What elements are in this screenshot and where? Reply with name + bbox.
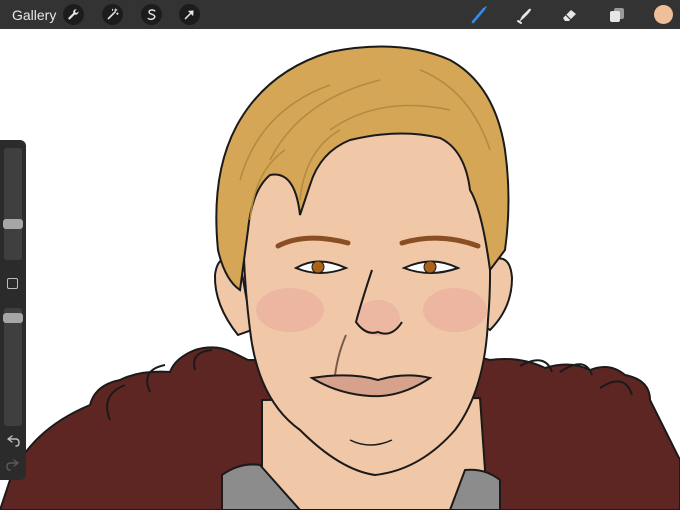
brush-sidebar	[0, 140, 26, 480]
drawing-canvas[interactable]	[0, 29, 680, 510]
brush-size-slider[interactable]	[3, 148, 23, 260]
opacity-thumb[interactable]	[3, 313, 23, 323]
selection-button[interactable]	[141, 4, 162, 25]
magic-wand-icon	[107, 8, 119, 20]
arrow-cursor-icon	[184, 10, 194, 20]
opacity-slider[interactable]	[3, 308, 23, 426]
right-cheek-blush	[423, 288, 487, 332]
adjustments-button[interactable]	[102, 4, 123, 25]
smudge-tool-button[interactable]	[513, 4, 535, 26]
eraser-tool-button[interactable]	[559, 4, 581, 26]
wrench-icon	[68, 9, 79, 20]
selection-s-icon	[147, 9, 156, 21]
modify-button[interactable]	[7, 278, 18, 289]
undo-icon[interactable]	[5, 434, 21, 448]
brush-size-thumb[interactable]	[3, 219, 23, 229]
eraser-icon	[563, 10, 576, 21]
gallery-button[interactable]: Gallery	[12, 7, 56, 23]
layers-button[interactable]	[606, 4, 628, 26]
actions-button[interactable]	[63, 4, 84, 25]
redo-icon[interactable]	[5, 458, 21, 472]
left-cheek-blush	[256, 288, 324, 332]
left-iris	[311, 260, 325, 274]
right-iris	[423, 260, 437, 274]
top-toolbar: Gallery	[0, 0, 680, 29]
color-swatch-button[interactable]	[654, 5, 673, 24]
brush-icon	[471, 6, 487, 24]
brush-tool-button[interactable]	[468, 4, 490, 26]
transform-button[interactable]	[179, 4, 200, 25]
layers-icon	[610, 8, 624, 22]
smudge-icon	[517, 8, 531, 24]
